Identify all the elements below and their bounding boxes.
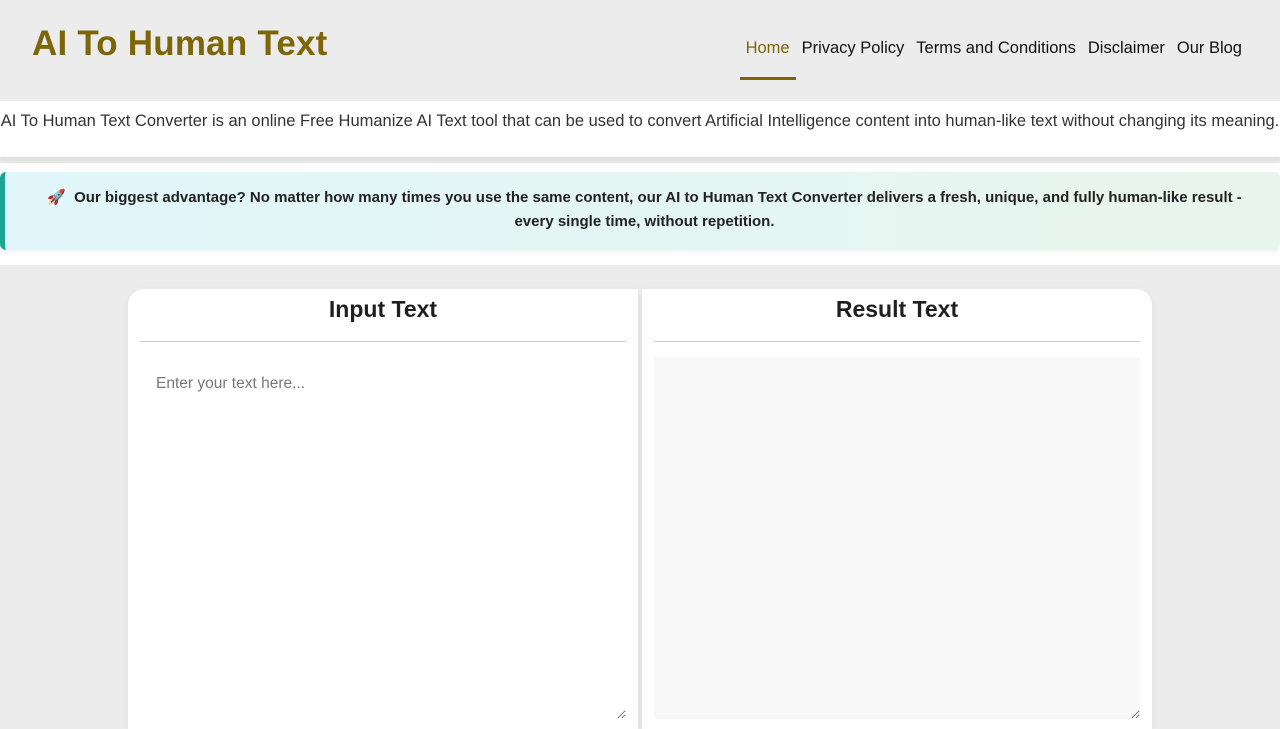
input-panel-title: Input Text bbox=[328, 296, 438, 322]
result-panel-divider bbox=[654, 341, 1140, 342]
intro-text: AI To Human Text Converter is an online … bbox=[0, 112, 1280, 130]
notice-section: 🚀 Our biggest advantage? No matter how m… bbox=[0, 163, 1280, 265]
result-panel: Result Text bbox=[642, 289, 1152, 729]
advantage-notice: 🚀 Our biggest advantage? No matter how m… bbox=[0, 172, 1280, 250]
converter-panels: Input Text Result Text bbox=[128, 289, 1152, 729]
notice-text: Our biggest advantage? No matter how man… bbox=[74, 189, 1242, 230]
input-panel: Input Text bbox=[128, 289, 638, 729]
site-title[interactable]: AI To Human Text bbox=[32, 22, 328, 66]
input-panel-divider bbox=[140, 341, 626, 342]
result-text-field[interactable] bbox=[654, 357, 1140, 719]
nav-home[interactable]: Home bbox=[739, 32, 796, 80]
nav-terms-and-conditions[interactable]: Terms and Conditions bbox=[916, 32, 1076, 80]
nav-privacy-policy[interactable]: Privacy Policy bbox=[802, 32, 905, 80]
intro-description: AI To Human Text Converter is an online … bbox=[0, 101, 1280, 157]
input-text-field[interactable] bbox=[140, 357, 626, 719]
site-header: AI To Human Text Home Privacy Policy Ter… bbox=[0, 0, 1280, 101]
result-panel-title: Result Text bbox=[835, 296, 959, 322]
main-nav: Home Privacy Policy Terms and Conditions… bbox=[739, 32, 1242, 80]
rocket-icon: 🚀 bbox=[47, 189, 66, 206]
nav-disclaimer[interactable]: Disclaimer bbox=[1088, 32, 1165, 80]
nav-our-blog[interactable]: Our Blog bbox=[1177, 32, 1242, 80]
